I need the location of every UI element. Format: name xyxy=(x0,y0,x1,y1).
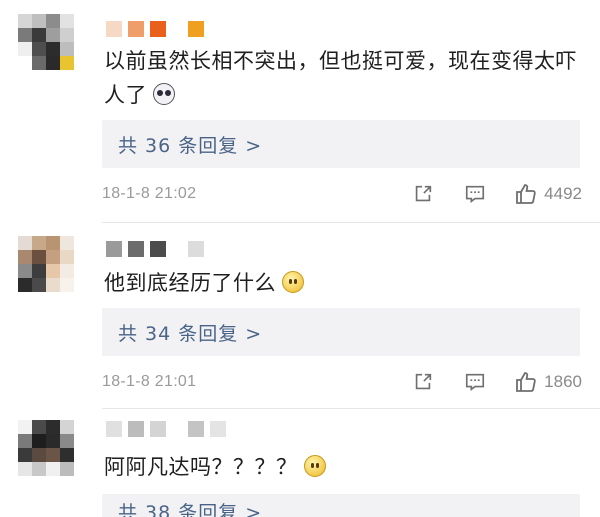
comment-text: 他到底经历了什么 xyxy=(104,266,584,300)
reply-count-label: 共 34 条回复 > xyxy=(118,322,263,345)
panda-emoji-icon xyxy=(153,83,175,105)
avatar[interactable] xyxy=(18,14,74,70)
comment-actions: 4492 xyxy=(384,181,582,207)
view-replies-button[interactable]: 共 34 条回复 > xyxy=(102,308,580,356)
thumbs-up-icon xyxy=(516,372,536,392)
comment-actions: 1860 xyxy=(384,369,582,395)
avatar[interactable] xyxy=(18,236,74,292)
comment-text-content: 以前虽然长相不突出，但也挺可爱，现在变得太吓人了 xyxy=(104,49,577,107)
comment-timestamp: 18-1-8 21:02 xyxy=(102,185,197,202)
username-redacted[interactable] xyxy=(106,238,204,260)
thumbs-up-icon xyxy=(516,184,536,204)
avatar[interactable] xyxy=(18,420,74,476)
comment-item: 阿阿凡达吗？？？？ 共 38 条回复 > xyxy=(0,408,600,517)
reply-button[interactable] xyxy=(462,181,488,207)
like-button[interactable]: 4492 xyxy=(514,182,582,206)
view-replies-button[interactable]: 共 36 条回复 > xyxy=(102,120,580,168)
like-count: 4492 xyxy=(544,184,582,203)
comment-icon xyxy=(466,373,485,391)
like-button[interactable]: 1860 xyxy=(514,370,582,394)
reply-count-label: 共 36 条回复 > xyxy=(118,134,263,157)
share-icon xyxy=(415,185,432,202)
comment-timestamp: 18-1-8 21:01 xyxy=(102,373,197,390)
view-replies-button[interactable]: 共 38 条回复 > xyxy=(102,494,580,517)
thinking-emoji-icon xyxy=(282,271,304,293)
username-redacted[interactable] xyxy=(106,418,226,440)
comment-footer: 18-1-8 21:02 4492 xyxy=(102,181,582,207)
share-icon xyxy=(415,373,432,390)
thinking-emoji-icon xyxy=(303,455,326,477)
comment-item: 以前虽然长相不突出，但也挺可爱，现在变得太吓人了 共 36 条回复 > 18-1… xyxy=(0,0,600,210)
comment-item: 他到底经历了什么 共 34 条回复 > 18-1-8 21:01 1860 xyxy=(0,222,600,402)
share-button[interactable] xyxy=(410,369,436,395)
comment-text-content: 他到底经历了什么 xyxy=(104,271,276,295)
comment-text: 以前虽然长相不突出，但也挺可爱，现在变得太吓人了 xyxy=(104,44,584,112)
reply-button[interactable] xyxy=(462,369,488,395)
comment-footer: 18-1-8 21:01 1860 xyxy=(102,369,582,395)
reply-count-label: 共 38 条回复 > xyxy=(118,502,263,517)
share-button[interactable] xyxy=(410,181,436,207)
like-count: 1860 xyxy=(544,372,582,391)
comment-text-content: 阿阿凡达吗？？？？ xyxy=(104,455,298,479)
comment-icon xyxy=(466,185,485,203)
comment-text: 阿阿凡达吗？？？？ xyxy=(104,450,584,484)
username-redacted[interactable] xyxy=(106,18,204,40)
